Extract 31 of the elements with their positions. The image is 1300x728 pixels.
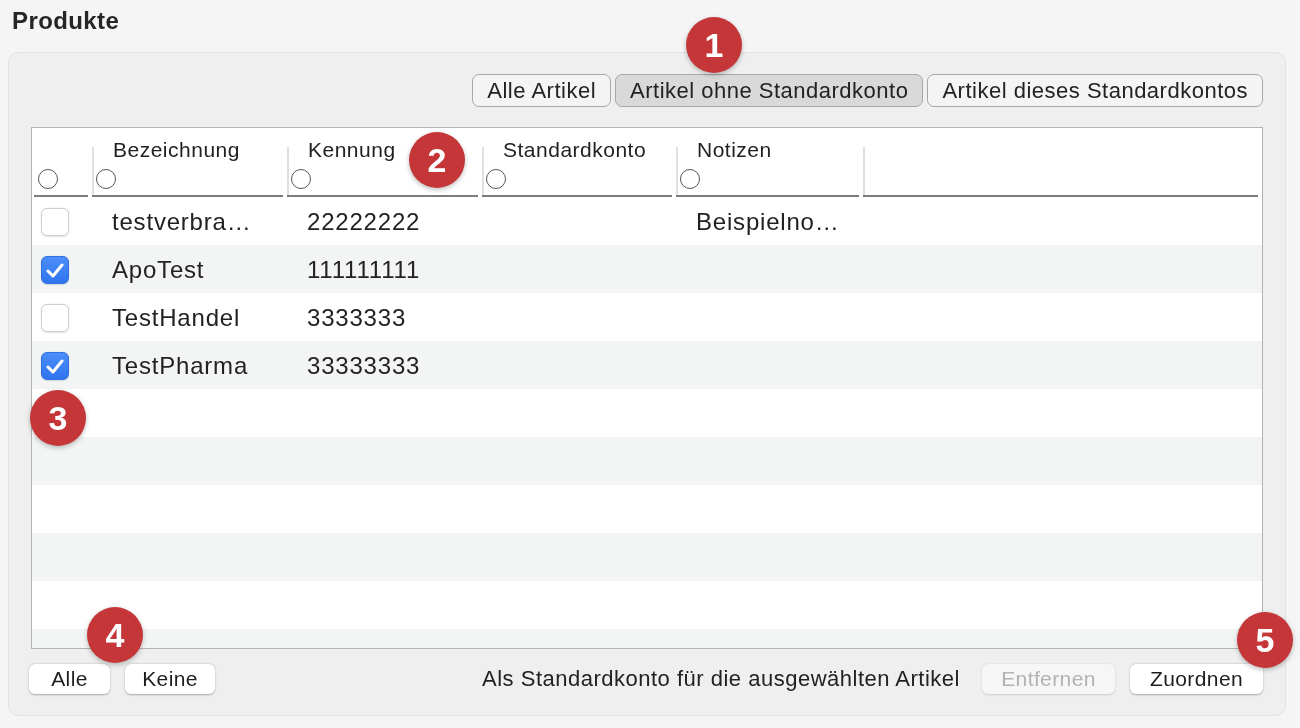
- table-cell-text: testverbra…: [111, 208, 252, 236]
- column-radio[interactable]: [486, 169, 506, 189]
- filter-tab[interactable]: Artikel ohne Standardkonto: [615, 74, 924, 107]
- table-cell-text: 22222222: [306, 208, 421, 236]
- column-header[interactable]: Standardkonto: [482, 137, 647, 163]
- table-cell-text: TestHandel: [111, 304, 241, 332]
- row-checkbox[interactable]: [41, 256, 69, 284]
- column-radio[interactable]: [38, 169, 58, 189]
- column-header[interactable]: Bezeichnung: [92, 137, 240, 163]
- section-title: Produkte: [12, 7, 120, 34]
- checkmark-icon: [46, 262, 64, 278]
- assign-label: Als Standardkonto für die ausgewählten Artikel: [482, 666, 960, 692]
- column-header[interactable]: Notizen: [676, 137, 772, 163]
- column-header[interactable]: Kennung: [287, 137, 396, 163]
- row-checkbox[interactable]: [41, 352, 69, 380]
- table-cell-text: Beispielno…: [695, 208, 840, 236]
- filter-tab[interactable]: Artikel dieses Standardkontos: [927, 74, 1263, 107]
- column-radio[interactable]: [96, 169, 116, 189]
- filter-tab[interactable]: Alle Artikel: [472, 74, 612, 107]
- table-cell-text: 33333333: [306, 352, 421, 380]
- table-cell-text: TestPharma: [111, 352, 249, 380]
- table-cell-text: ApoTest: [111, 256, 205, 284]
- select-button[interactable]: Keine: [125, 664, 215, 694]
- select-button[interactable]: Alle: [29, 664, 110, 694]
- action-button[interactable]: Zuordnen: [1130, 664, 1263, 694]
- column-radio[interactable]: [291, 169, 311, 189]
- column-radio[interactable]: [680, 169, 700, 189]
- checkmark-icon: [46, 358, 64, 374]
- table-cell-text: 111111111: [306, 256, 421, 284]
- step-callout: 1: [686, 17, 742, 73]
- table-cell-text: 3333333: [306, 304, 407, 332]
